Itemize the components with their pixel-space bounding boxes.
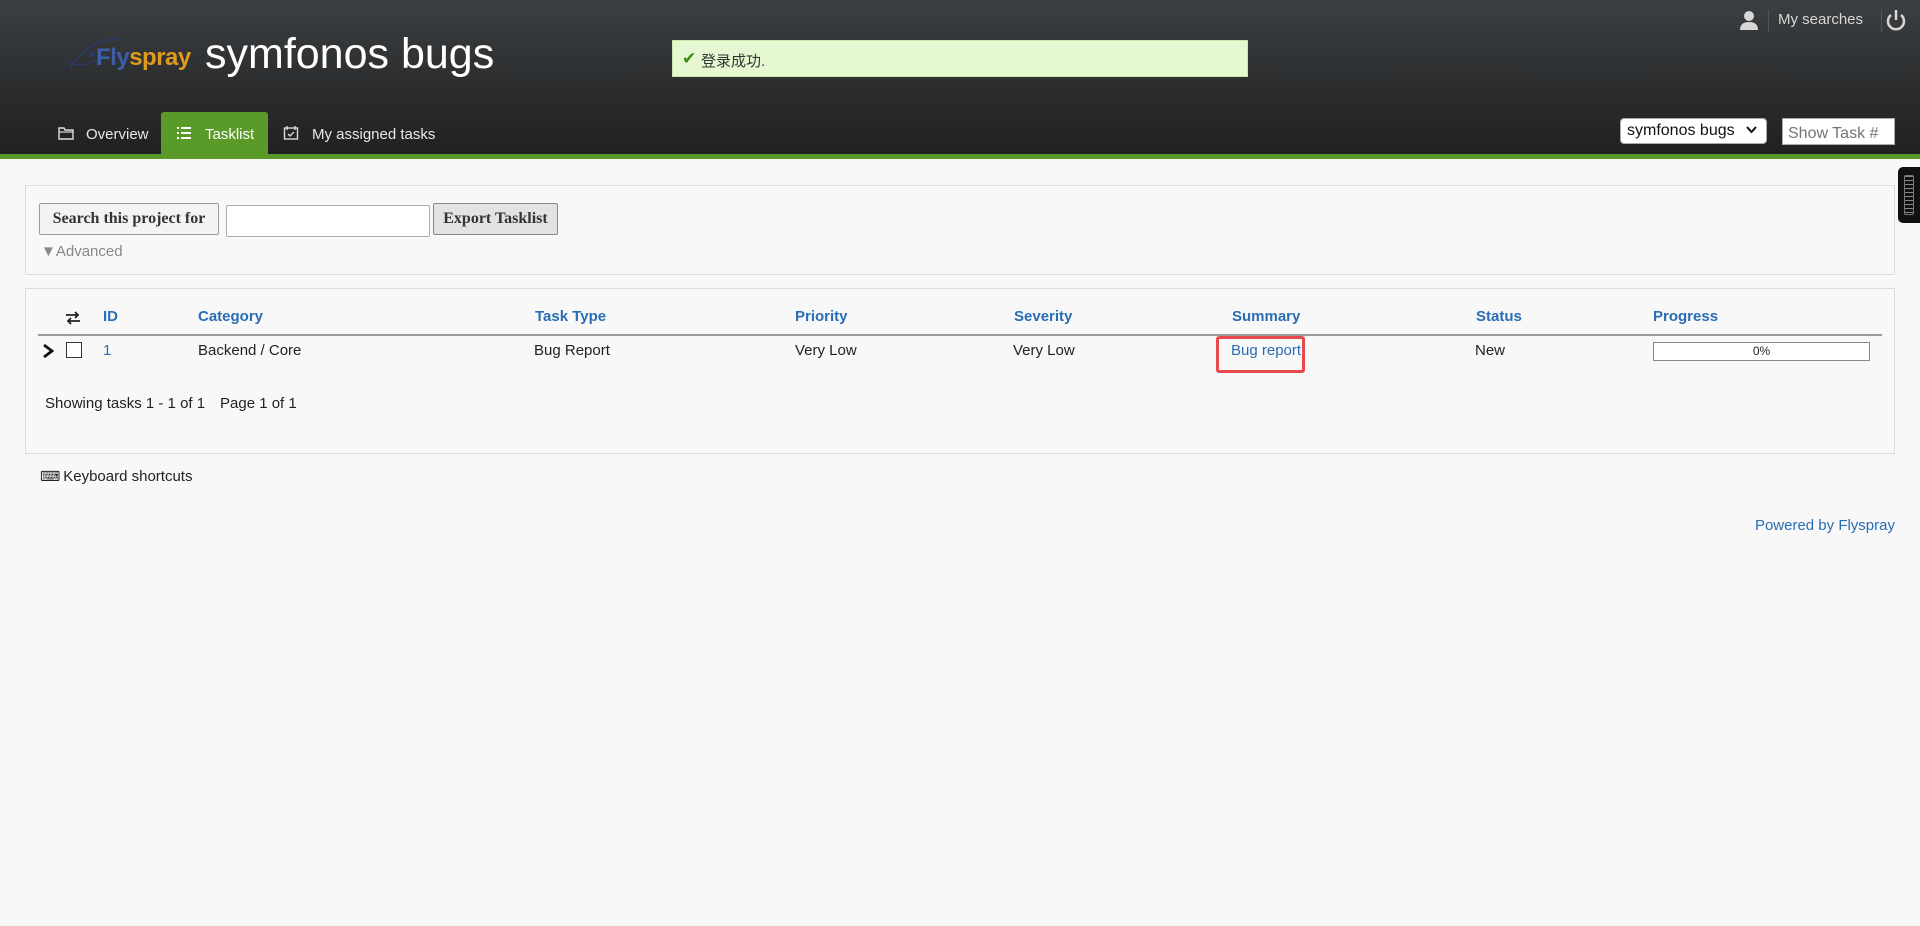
divider: [1768, 10, 1769, 32]
chevron-down-icon: [1746, 126, 1757, 134]
list-icon: [177, 127, 191, 139]
task-progress-bar: 0%: [1653, 342, 1870, 361]
logo-fly: Fly: [96, 44, 130, 71]
project-select-value: symfonos bugs: [1627, 122, 1735, 139]
tab-tasklist[interactable]: Tasklist: [161, 112, 268, 155]
search-input[interactable]: [226, 205, 430, 237]
keyboard-shortcuts-label: Keyboard shortcuts: [63, 468, 193, 485]
divider: [38, 334, 1882, 336]
progress-text: 0%: [1752, 344, 1771, 358]
divider: [1881, 10, 1882, 32]
row-checkbox[interactable]: [66, 342, 82, 358]
column-header-summary[interactable]: Summary: [1232, 308, 1300, 325]
logo-spray: spray: [129, 44, 191, 71]
project-select[interactable]: symfonos bugs: [1620, 118, 1767, 144]
task-type: Bug Report: [534, 342, 610, 359]
toggle-columns-icon[interactable]: [65, 311, 81, 325]
task-id-link[interactable]: 1: [103, 342, 111, 359]
column-header-status[interactable]: Status: [1476, 308, 1522, 325]
logo-text[interactable]: Flyspray: [96, 44, 191, 72]
export-tasklist-button[interactable]: Export Tasklist: [433, 203, 558, 235]
column-header-priority[interactable]: Priority: [795, 308, 848, 325]
check-icon: ✔: [682, 49, 697, 68]
task-summary-link[interactable]: Bug report: [1231, 342, 1301, 359]
column-header-category[interactable]: Category: [198, 308, 263, 325]
success-message-text: 登录成功.: [701, 53, 766, 70]
success-message[interactable]: ✔ 登录成功.: [672, 40, 1248, 77]
calendar-icon: [283, 126, 299, 140]
advanced-toggle[interactable]: ▼Advanced: [41, 243, 123, 260]
page-info: Page 1 of 1: [220, 395, 297, 412]
tab-overview-label: Overview: [86, 126, 149, 143]
column-header-id[interactable]: ID: [103, 308, 118, 325]
show-task-input[interactable]: [1782, 118, 1895, 145]
task-priority: Very Low: [795, 342, 857, 359]
side-panel-handle[interactable]: [1898, 167, 1920, 223]
grip-icon: [1904, 175, 1914, 215]
search-panel: Search this project for Export Tasklist …: [25, 185, 1895, 275]
tab-my-assigned-tasks[interactable]: My assigned tasks: [283, 112, 443, 155]
column-header-task-type[interactable]: Task Type: [535, 308, 606, 325]
tab-tasklist-label: Tasklist: [205, 126, 255, 143]
task-category: Backend / Core: [198, 342, 302, 359]
column-header-severity[interactable]: Severity: [1014, 308, 1072, 325]
keyboard-icon: ⌨: [40, 468, 61, 484]
my-searches-link[interactable]: My searches: [1778, 11, 1863, 28]
task-table: ID Category Task Type Priority Severity …: [25, 288, 1895, 454]
header: Flyspray symfonos bugs ✔ 登录成功. My search…: [0, 0, 1920, 159]
column-header-progress[interactable]: Progress: [1653, 308, 1718, 325]
expand-row-icon[interactable]: [42, 344, 54, 358]
tab-assigned-label: My assigned tasks: [312, 126, 436, 143]
task-status: New: [1475, 342, 1506, 359]
powered-by-link[interactable]: Powered by Flyspray: [1755, 517, 1895, 534]
user-icon[interactable]: [1738, 8, 1760, 32]
task-severity: Very Low: [1013, 342, 1075, 359]
showing-count: Showing tasks 1 - 1 of 1: [45, 395, 206, 412]
search-project-button[interactable]: Search this project for: [39, 203, 219, 235]
power-icon[interactable]: [1885, 8, 1907, 32]
page-title: symfonos bugs: [205, 30, 495, 78]
keyboard-shortcuts-link[interactable]: ⌨ Keyboard shortcuts: [40, 468, 192, 485]
folder-icon: [58, 127, 74, 140]
tab-overview[interactable]: Overview: [56, 112, 156, 155]
